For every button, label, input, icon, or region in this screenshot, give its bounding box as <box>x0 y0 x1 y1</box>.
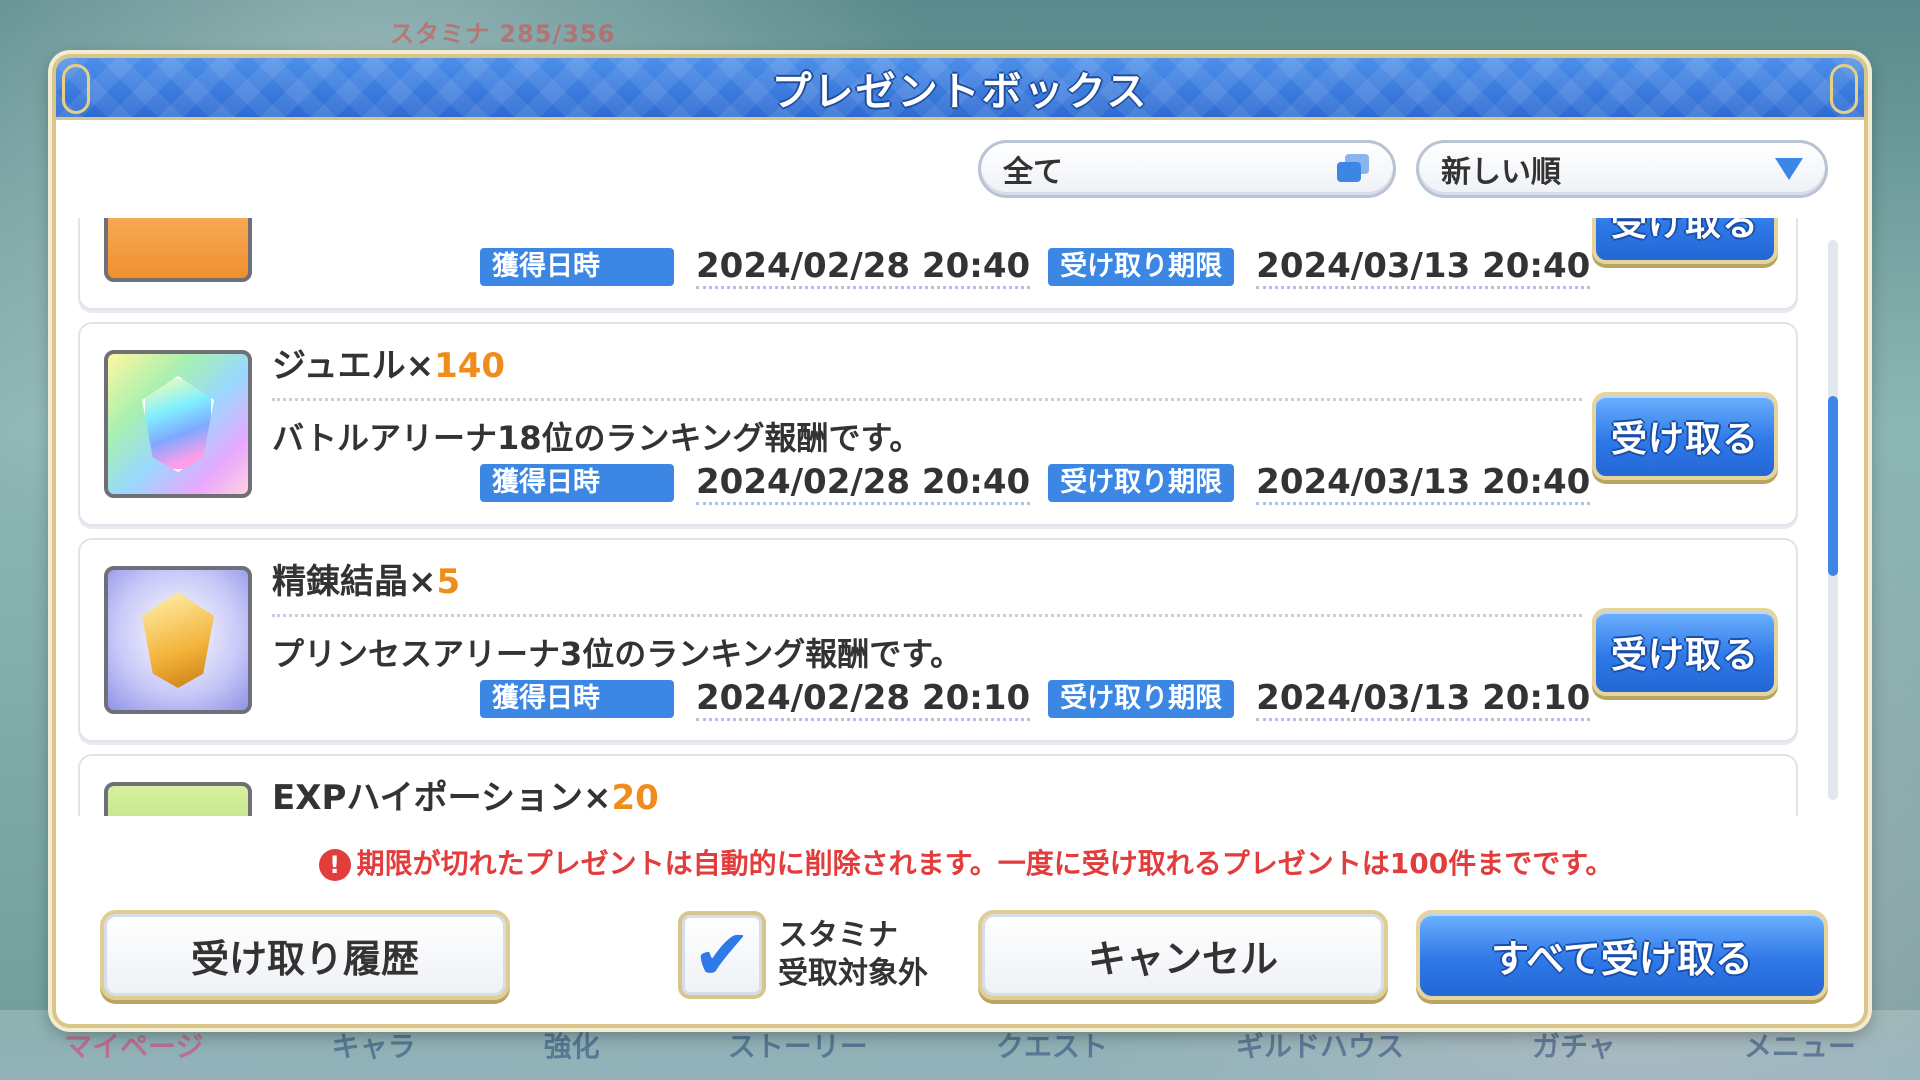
present-item: 精錬結晶×5 プリンセスアリーナ3位のランキング報酬です。 獲得日時 2024/… <box>78 538 1798 742</box>
deadline-datetime: 2024/03/13 20:40 <box>1256 246 1591 289</box>
present-list[interactable]: 獲得日時 2024/02/28 20:40 受け取り期限 2024/03/13 … <box>78 218 1798 816</box>
exp-potion-icon <box>104 782 252 816</box>
filter-icon <box>1337 154 1371 184</box>
present-item: ジュエル×140 バトルアリーナ18位のランキング報酬です。 獲得日時 2024… <box>78 322 1798 526</box>
stamina-label-line1: スタミナ <box>778 918 898 953</box>
warning-icon: ! <box>318 849 351 881</box>
item-description: バトルアリーナ18位のランキング報酬です。 <box>272 398 1582 459</box>
corner-ornament-right <box>1830 64 1858 114</box>
nav-quest: クエスト <box>995 1030 1108 1063</box>
background-stamina: スタミナ 285/356 <box>390 20 616 48</box>
nav-enhance: 強化 <box>543 1030 600 1063</box>
corner-ornament-left <box>62 64 90 114</box>
dialog-title: プレゼントボックス <box>771 68 1149 115</box>
receive-button[interactable]: 受け取る <box>1592 608 1778 696</box>
item-quantity: 5 <box>436 562 461 602</box>
acquired-badge: 獲得日時 <box>480 248 674 286</box>
item-name: EXPハイポーション× <box>272 778 612 816</box>
acquired-datetime: 2024/02/28 20:10 <box>696 678 1031 721</box>
present-item: EXPハイポーション×20 <box>78 754 1798 816</box>
scrollbar-thumb[interactable] <box>1828 396 1838 576</box>
present-box-dialog: プレゼントボックス 全て 新しい順 獲得日時 2024/02/28 20:40 … <box>52 54 1868 1028</box>
deadline-datetime: 2024/03/13 20:40 <box>1256 462 1591 505</box>
deadline-badge: 受け取り期限 <box>1048 248 1235 286</box>
item-meta: 獲得日時 2024/02/28 20:10 受け取り期限 2024/03/13 … <box>480 678 1608 721</box>
category-filter-dropdown[interactable]: 全て <box>978 140 1396 198</box>
acquired-badge: 獲得日時 <box>480 680 674 718</box>
stamina-exclude-checkbox[interactable]: ✔ <box>678 911 766 999</box>
sort-order-label: 新しい順 <box>1441 155 1561 190</box>
item-title: 精錬結晶×5 <box>272 554 460 603</box>
nav-character: キャラ <box>331 1030 416 1063</box>
jewel-icon <box>104 350 252 498</box>
stamina-exclude-toggle[interactable]: ✔ スタミナ 受取対象外 <box>678 910 928 1000</box>
nav-guildhouse: ギルドハウス <box>1235 1030 1404 1063</box>
crystal-gem-shape <box>142 592 214 688</box>
item-description: プリンセスアリーナ3位のランキング報酬です。 <box>272 614 1582 675</box>
item-meta: 獲得日時 2024/02/28 20:40 受け取り期限 2024/03/13 … <box>480 462 1608 505</box>
receive-all-button[interactable]: すべて受け取る <box>1416 910 1828 1000</box>
receive-button[interactable]: 受け取る <box>1592 392 1778 480</box>
stamina-label-line2: 受取対象外 <box>778 956 928 991</box>
expiry-notice: ! 期限が切れたプレゼントは自動的に削除されます。一度に受け取れるプレゼントは10… <box>206 842 1726 882</box>
nav-gacha: ガチャ <box>1532 1030 1616 1063</box>
acquired-datetime: 2024/02/28 20:40 <box>696 246 1031 289</box>
checkmark-icon: ✔ <box>692 914 752 996</box>
deadline-datetime: 2024/03/13 20:10 <box>1256 678 1591 721</box>
receive-button[interactable]: 受け取る <box>1592 218 1778 264</box>
item-quantity: 140 <box>434 346 506 386</box>
acquired-badge: 獲得日時 <box>480 464 674 502</box>
receive-history-button[interactable]: 受け取り履歴 <box>100 910 510 1000</box>
refine-crystal-icon <box>104 566 252 714</box>
acquired-datetime: 2024/02/28 20:40 <box>696 462 1031 505</box>
list-scrollbar[interactable] <box>1828 240 1838 800</box>
nav-menu: メニュー <box>1743 1030 1856 1063</box>
stamina-exclude-label: スタミナ 受取対象外 <box>778 917 928 993</box>
deadline-badge: 受け取り期限 <box>1048 464 1235 502</box>
item-quantity: 20 <box>611 778 659 816</box>
item-meta: 獲得日時 2024/02/28 20:40 受け取り期限 2024/03/13 … <box>480 246 1608 289</box>
jewel-gem-shape <box>142 376 214 472</box>
sort-order-dropdown[interactable]: 新しい順 <box>1416 140 1828 198</box>
notice-text: 期限が切れたプレゼントは自動的に削除されます。一度に受け取れるプレゼントは100… <box>356 847 1614 880</box>
triangle-down-icon <box>1775 158 1803 180</box>
nav-story: ストーリー <box>727 1030 868 1063</box>
nav-mypage: マイページ <box>64 1030 204 1063</box>
deadline-badge: 受け取り期限 <box>1048 680 1235 718</box>
book-icon <box>104 218 252 282</box>
item-name: 精錬結晶× <box>272 562 437 602</box>
item-title: ジュエル×140 <box>272 338 505 387</box>
item-name: ジュエル× <box>272 346 435 386</box>
item-title: EXPハイポーション×20 <box>272 770 659 816</box>
cancel-button[interactable]: キャンセル <box>978 910 1388 1000</box>
dialog-header: プレゼントボックス <box>56 58 1864 120</box>
present-item: 獲得日時 2024/02/28 20:40 受け取り期限 2024/03/13 … <box>78 218 1798 310</box>
category-filter-label: 全て <box>1003 155 1063 190</box>
